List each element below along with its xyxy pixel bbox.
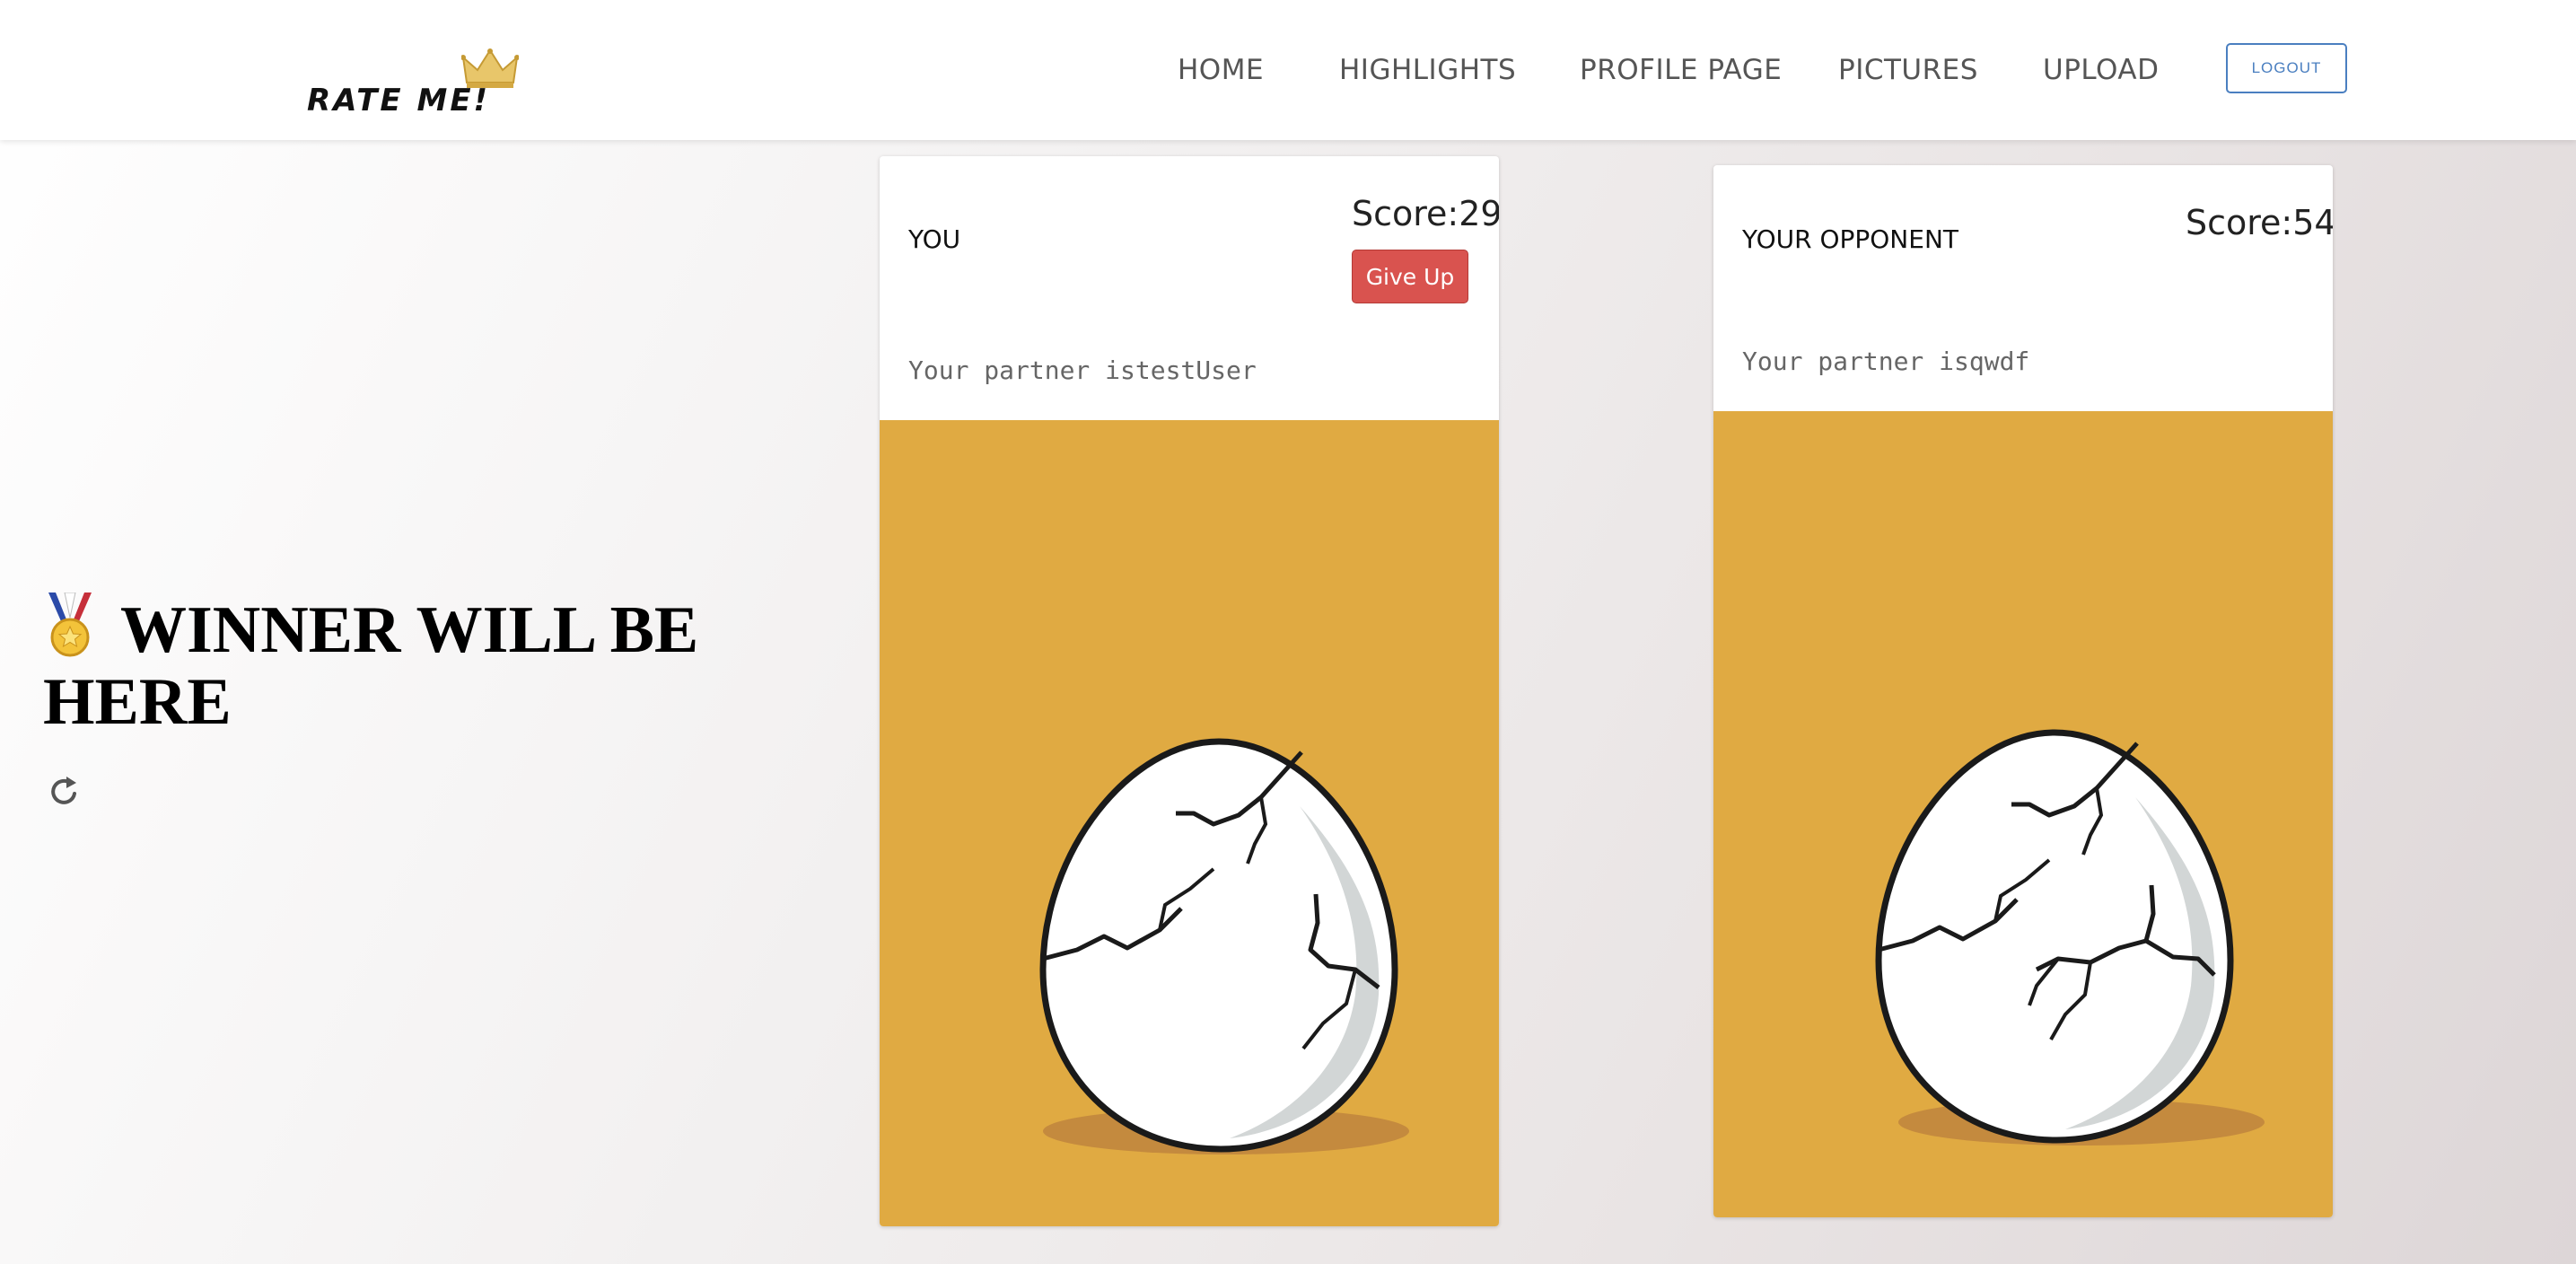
- card-opponent-title: YOUR OPPONENT: [1742, 224, 1958, 254]
- card-you-header: YOU Score:29 Give Up Your partner istest…: [880, 156, 1499, 420]
- nav-link-profile-page[interactable]: PROFILE PAGE: [1580, 54, 1782, 86]
- nav-link-pictures[interactable]: PICTURES: [1838, 54, 1978, 86]
- card-opponent-score: Score:54: [2186, 203, 2333, 242]
- logo[interactable]: RATE ME!: [307, 48, 522, 120]
- navbar: RATE ME! HOME HIGHLIGHTS PROFILE PAGE PI…: [0, 0, 2576, 140]
- give-up-button[interactable]: Give Up: [1352, 250, 1468, 303]
- card-you-title: YOU: [908, 224, 961, 254]
- cracked-egg-icon: [1039, 738, 1409, 1154]
- card-you: YOU Score:29 Give Up Your partner istest…: [880, 156, 1499, 1226]
- card-opponent-header: YOUR OPPONENT Score:54 Your partner isqw…: [1713, 165, 2333, 411]
- logout-button[interactable]: LOGOUT: [2226, 43, 2347, 93]
- card-opponent-image: [1713, 411, 2333, 1217]
- refresh-icon[interactable]: [48, 774, 81, 810]
- winner-heading: WINNER WILL BE HERE: [43, 592, 761, 738]
- cracked-egg-icon: [1875, 729, 2265, 1146]
- card-you-partner: Your partner istestUser: [908, 356, 1257, 385]
- nav-link-home[interactable]: HOME: [1178, 54, 1264, 86]
- nav-link-highlights[interactable]: HIGHLIGHTS: [1339, 54, 1516, 86]
- card-opponent: YOUR OPPONENT Score:54 Your partner isqw…: [1713, 165, 2333, 1217]
- card-you-image: [880, 420, 1499, 1226]
- winner-text: WINNER WILL BE HERE: [43, 593, 699, 739]
- logo-text: RATE ME!: [307, 83, 491, 118]
- nav-link-upload[interactable]: UPLOAD: [2043, 54, 2159, 86]
- medal-icon: [48, 592, 92, 657]
- card-opponent-partner: Your partner isqwdf: [1742, 347, 2030, 376]
- card-you-score: Score:29: [1352, 194, 1499, 233]
